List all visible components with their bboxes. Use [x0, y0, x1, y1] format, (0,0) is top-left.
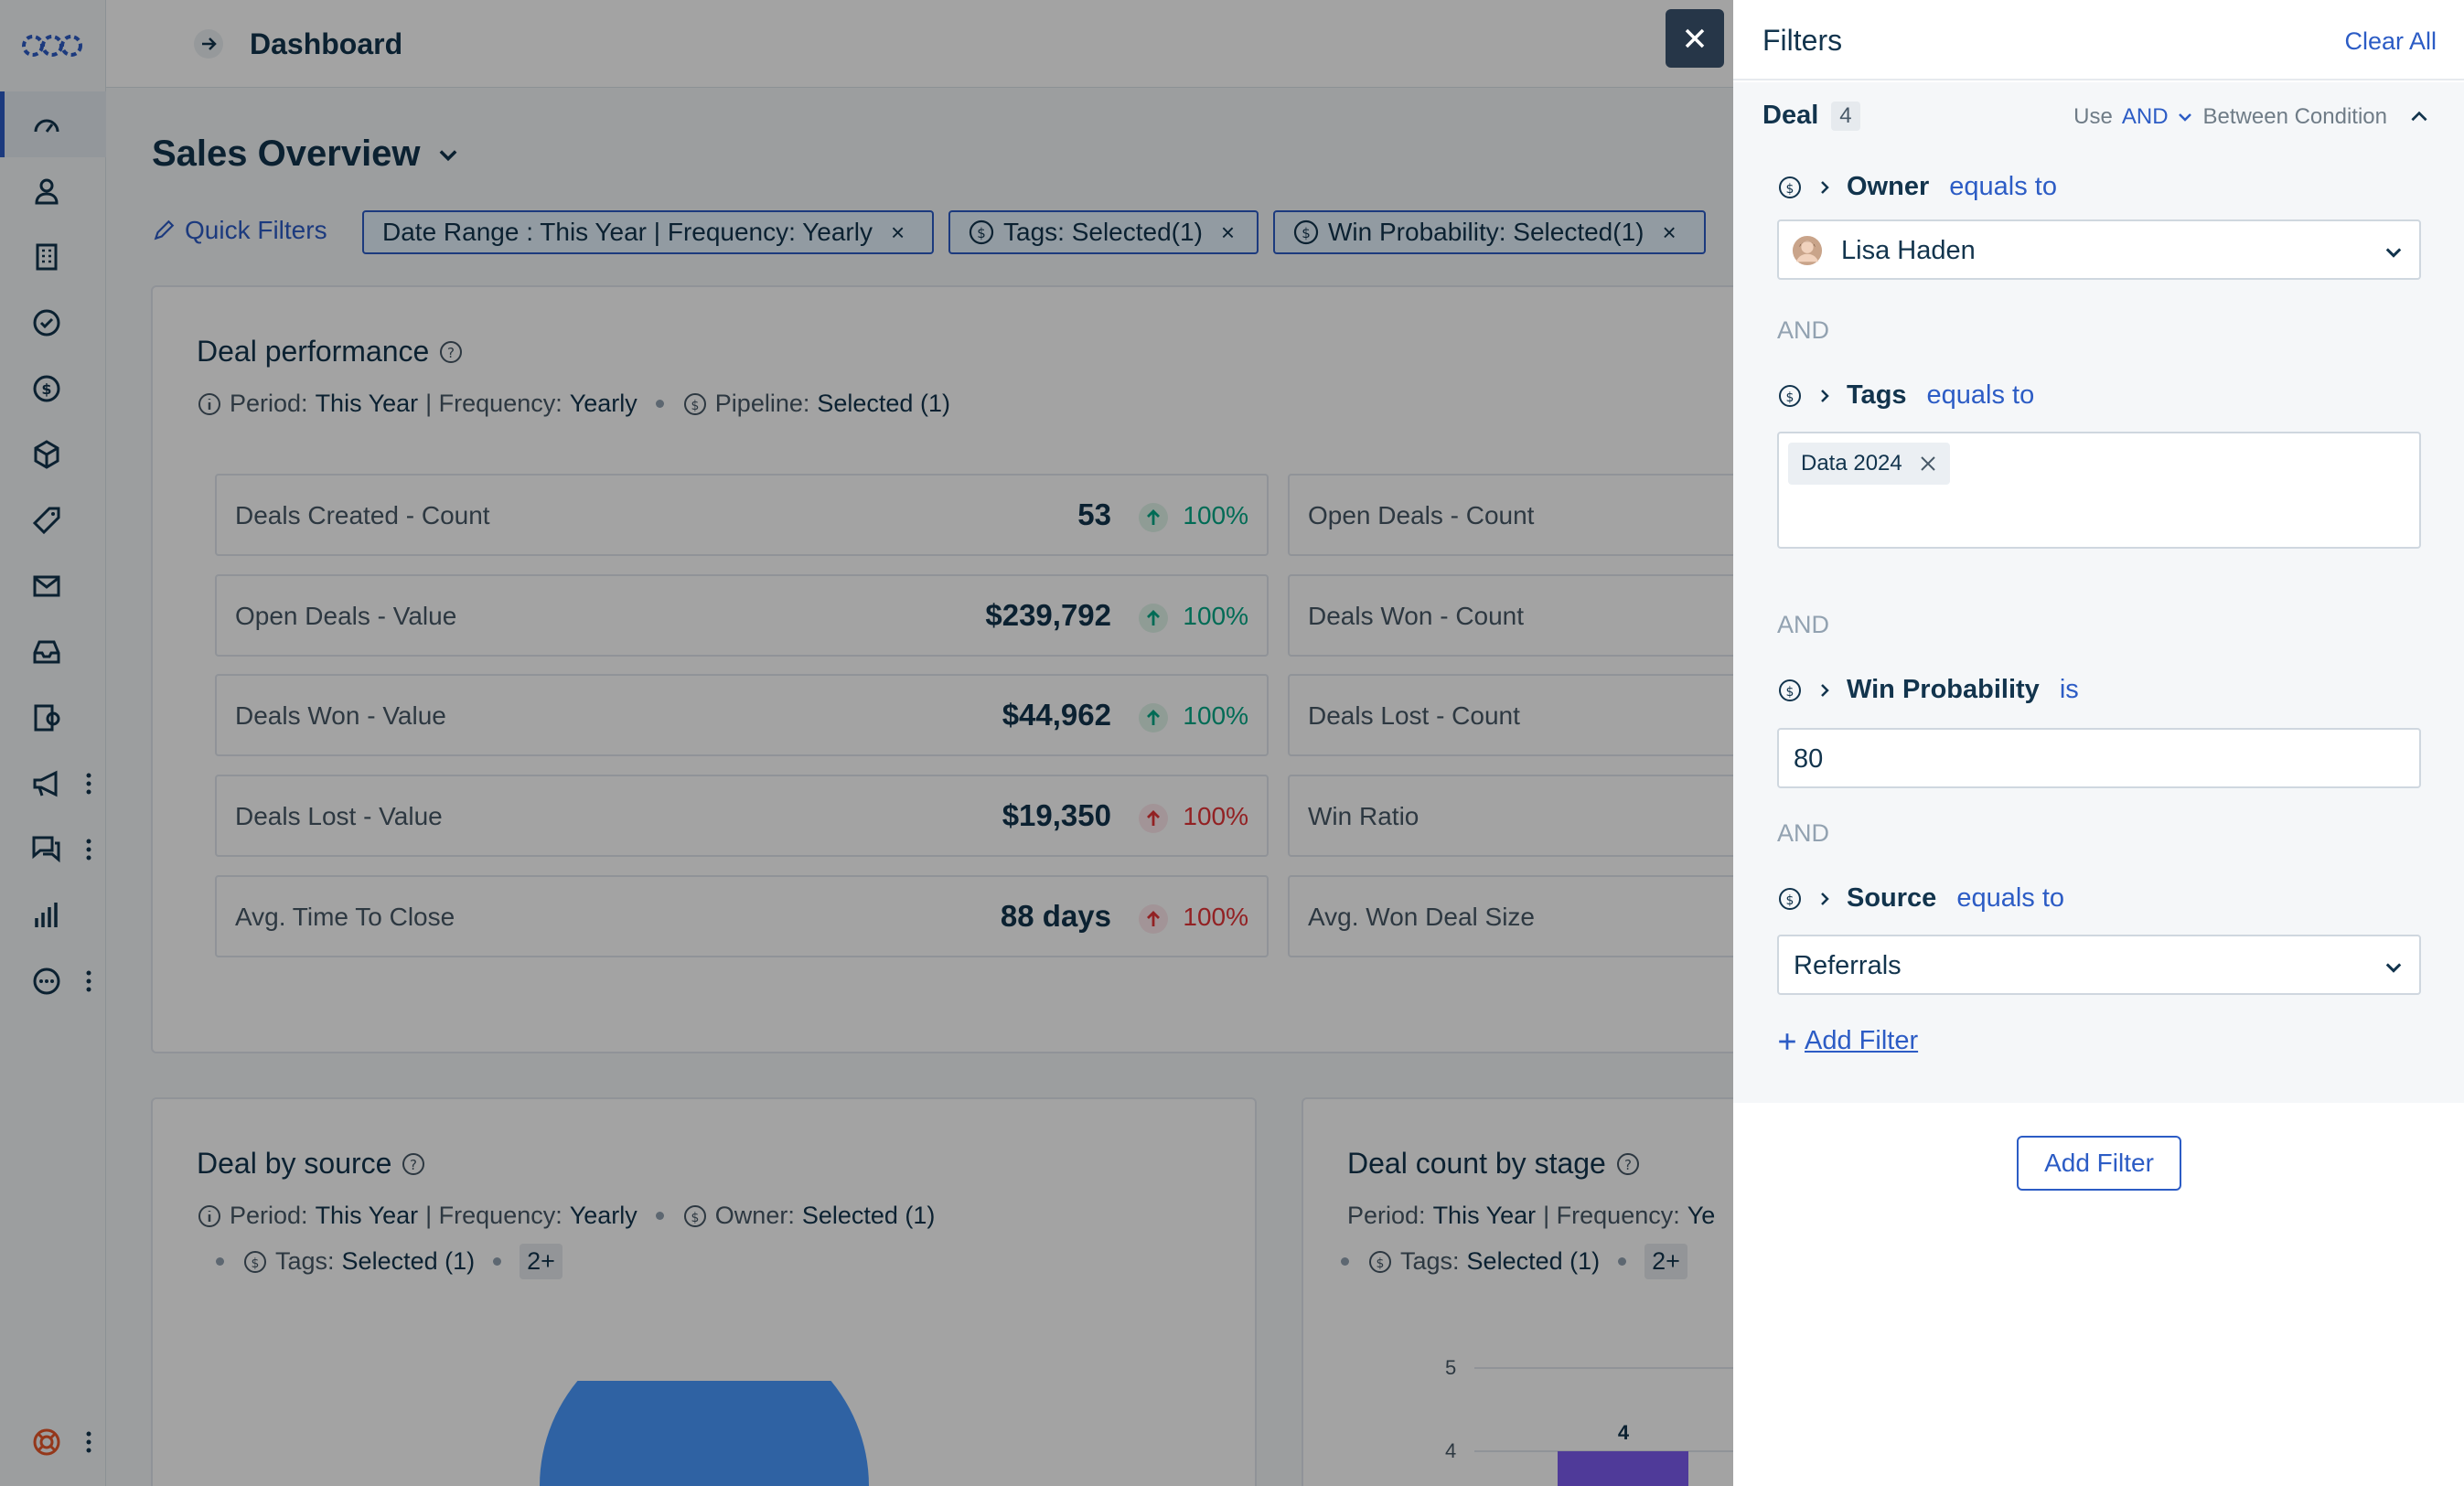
- chevron-right-icon[interactable]: [1816, 387, 1834, 405]
- filter-field-name: Win Probability: [1847, 675, 2040, 704]
- filter-operator[interactable]: equals to: [1956, 883, 2064, 914]
- add-filter-link[interactable]: Add Filter: [1777, 1026, 1918, 1056]
- source-select[interactable]: Referrals: [1777, 935, 2421, 995]
- close-icon: [1685, 28, 1705, 48]
- filter-row-source: $ Source equals to: [1777, 883, 2064, 914]
- and-separator: AND: [1777, 611, 1830, 638]
- filter-operator[interactable]: equals to: [1927, 380, 2035, 411]
- between-condition-label: Between Condition: [2202, 104, 2387, 129]
- add-filter-link-label: Add Filter: [1805, 1026, 1919, 1055]
- plus-icon: [1779, 1032, 1795, 1050]
- clear-all-button[interactable]: Clear All: [2344, 27, 2437, 56]
- owner-value: Lisa Haden: [1841, 236, 1976, 265]
- filter-operator[interactable]: is: [2060, 675, 2079, 705]
- deal-currency-icon: $: [1779, 176, 1801, 198]
- add-filter-button[interactable]: Add Filter: [2017, 1136, 2181, 1191]
- operator-value: AND: [2121, 104, 2169, 129]
- close-filters-button[interactable]: [1666, 9, 1724, 68]
- svg-text:$: $: [1786, 685, 1794, 700]
- svg-text:$: $: [1786, 390, 1794, 405]
- tag-label: Data 2024: [1801, 451, 1902, 476]
- filter-group-name: Deal: [1762, 101, 1819, 130]
- owner-select[interactable]: Lisa Haden: [1777, 219, 2421, 280]
- svg-text:$: $: [1786, 182, 1794, 197]
- chevron-right-icon[interactable]: [1816, 890, 1834, 908]
- and-separator: AND: [1777, 316, 1830, 344]
- chevron-up-icon[interactable]: [2407, 105, 2431, 129]
- chevron-down-icon: [2385, 963, 2402, 973]
- filter-row-owner: $ Owner equals to: [1777, 172, 2057, 202]
- deal-currency-icon: $: [1779, 679, 1801, 701]
- filters-title: Filters: [1762, 24, 1843, 57]
- tags-multiselect[interactable]: Data 2024: [1777, 432, 2421, 549]
- filters-panel-header: Filters Clear All: [1733, 0, 2464, 80]
- filter-field-name: Owner: [1847, 172, 1930, 201]
- tag-token: Data 2024: [1788, 443, 1950, 485]
- condition-selector: Use AND Between Condition: [2073, 104, 2431, 130]
- source-value: Referrals: [1794, 951, 1902, 980]
- filters-panel-body: Deal 4 Use AND Between Condition $ Owner…: [1733, 82, 2464, 1103]
- use-label: Use: [2073, 104, 2113, 129]
- win-probability-input[interactable]: 80: [1777, 728, 2421, 788]
- win-probability-value: 80: [1794, 744, 1824, 774]
- avatar: [1792, 235, 1823, 266]
- condition-operator-dropdown[interactable]: AND: [2122, 104, 2194, 130]
- filter-row-tags: $ Tags equals to: [1777, 380, 2034, 411]
- svg-text:$: $: [1786, 893, 1794, 908]
- chevron-down-icon: [2385, 248, 2402, 258]
- filter-count-badge: 4: [1831, 101, 1860, 131]
- chevron-right-icon[interactable]: [1816, 681, 1834, 700]
- close-icon[interactable]: [1919, 454, 1937, 473]
- filter-group-header: Deal 4: [1762, 101, 1860, 131]
- chevron-down-icon: [2178, 113, 2191, 122]
- and-separator: AND: [1777, 819, 1830, 847]
- filter-row-win-probability: $ Win Probability is: [1777, 675, 2079, 705]
- filter-field-name: Source: [1847, 883, 1937, 913]
- modal-overlay[interactable]: [0, 0, 1733, 1486]
- chevron-right-icon[interactable]: [1816, 178, 1834, 197]
- deal-currency-icon: $: [1779, 384, 1801, 407]
- filter-operator[interactable]: equals to: [1949, 172, 2057, 202]
- deal-currency-icon: $: [1779, 887, 1801, 910]
- filters-panel: Filters Clear All Deal 4 Use AND Between…: [1733, 0, 2464, 1486]
- filter-field-name: Tags: [1847, 380, 1907, 410]
